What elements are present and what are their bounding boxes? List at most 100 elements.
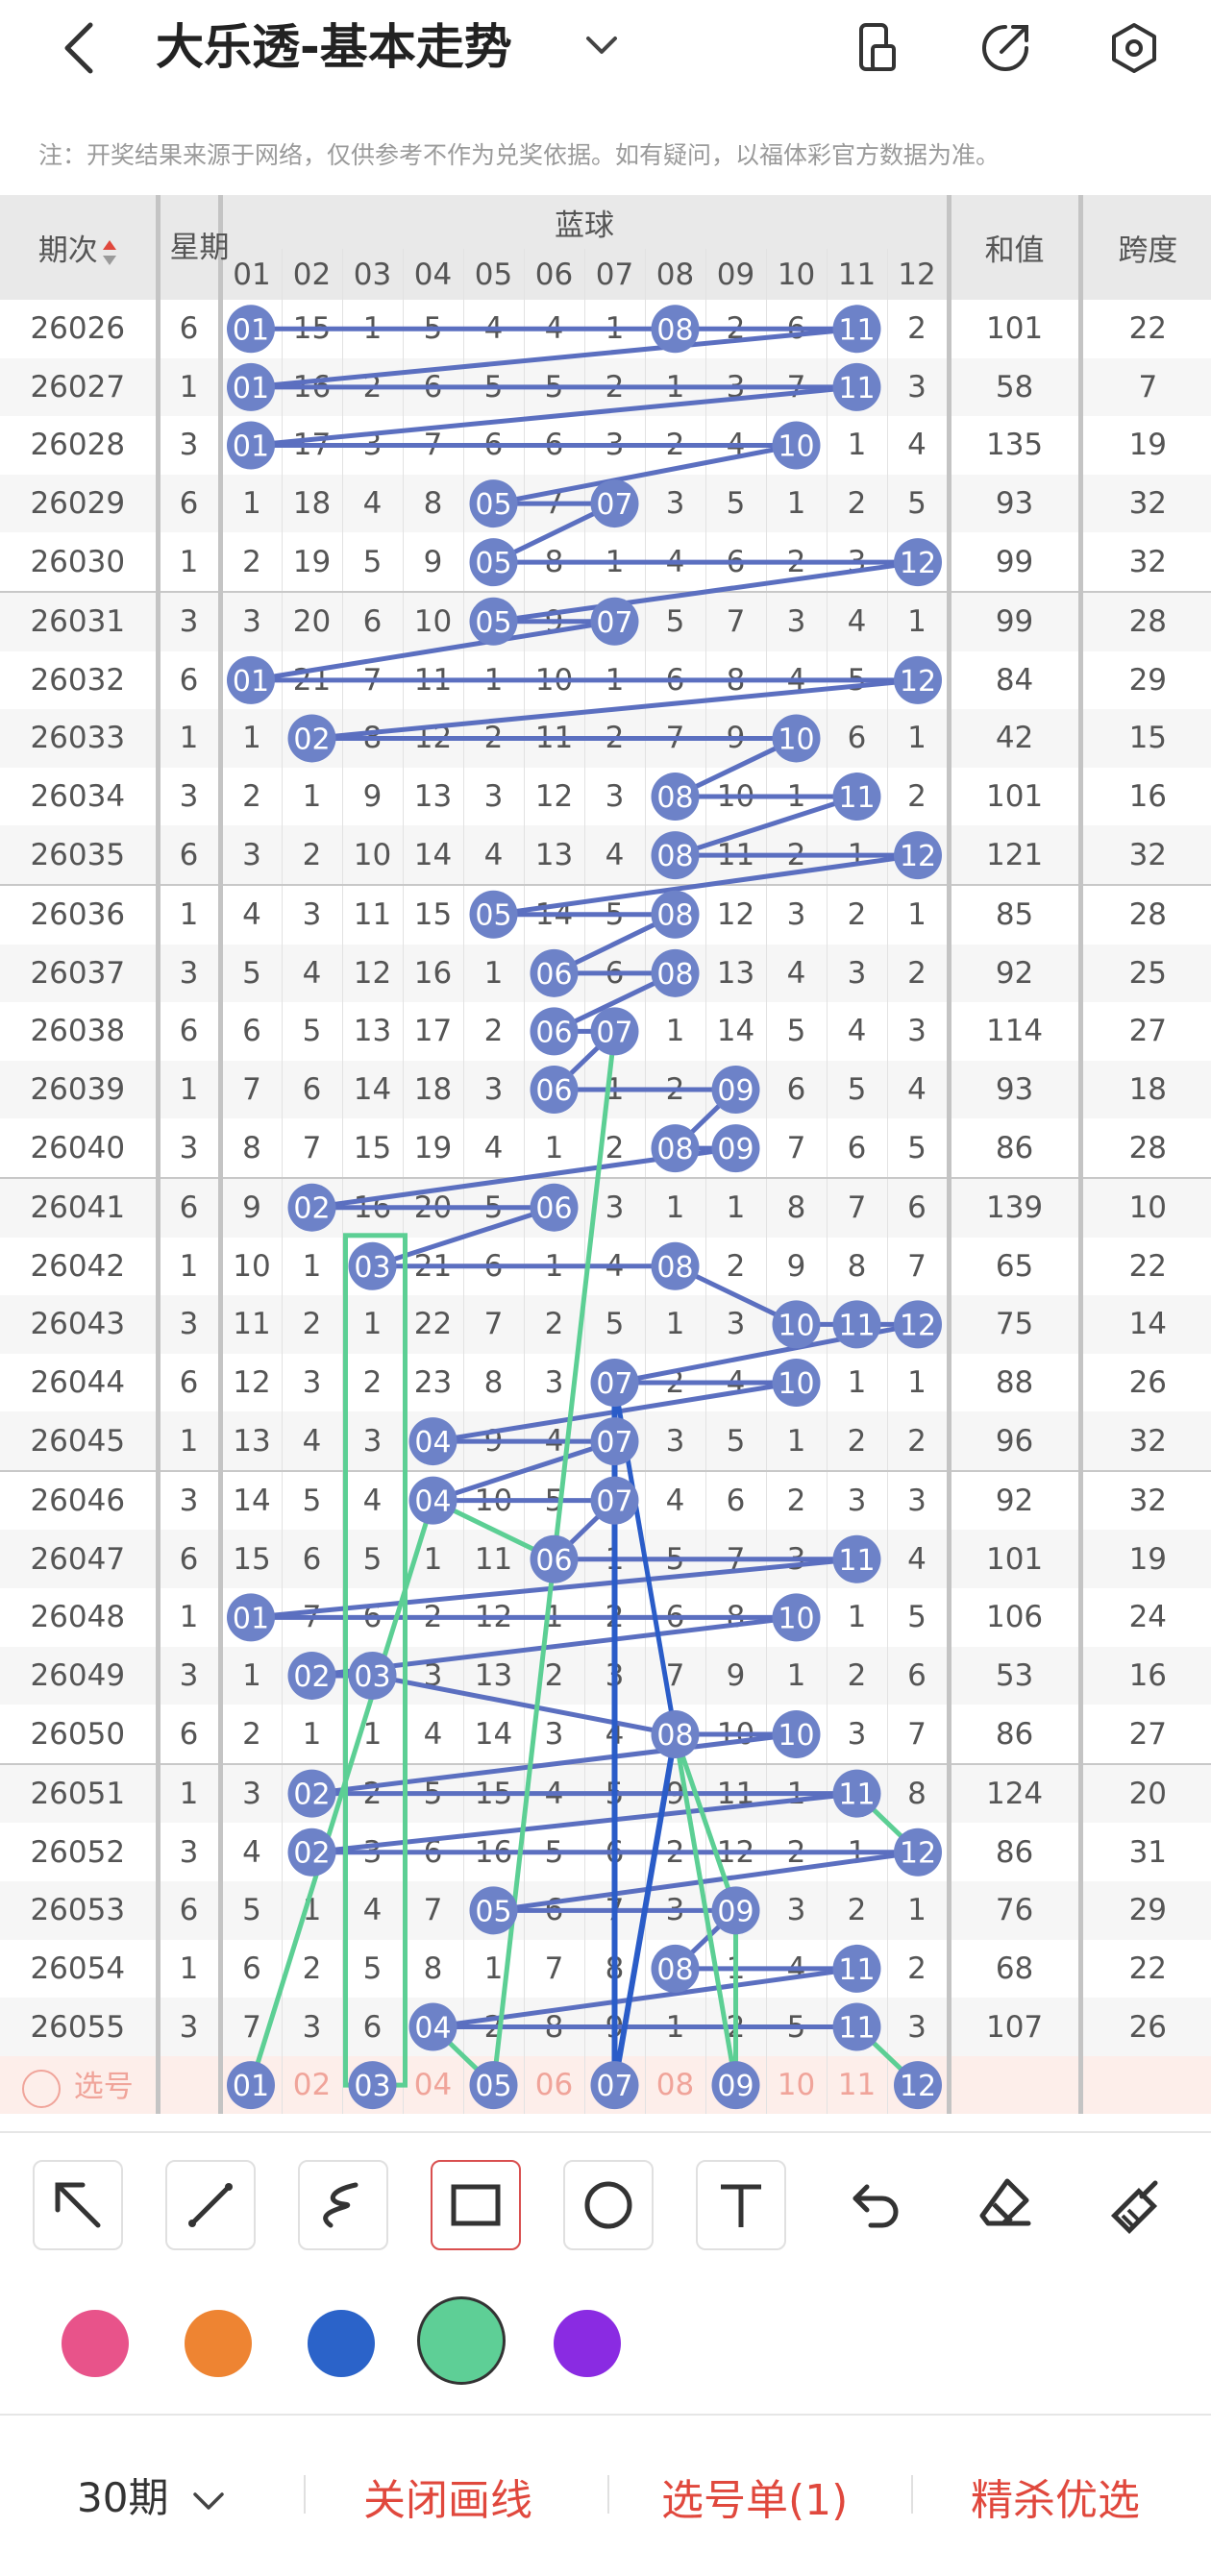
ball-cell: 6 [887, 1646, 952, 1705]
pick-number[interactable]: 07 [584, 2055, 646, 2115]
weekday-cell: 1 [158, 532, 223, 592]
ball-cell: 9 [524, 590, 585, 651]
undo-tool[interactable] [828, 2160, 915, 2246]
ball-cell: 1 [827, 1588, 888, 1647]
pick-number[interactable]: 12 [887, 2055, 952, 2115]
pick-number[interactable]: 03 [342, 2055, 404, 2115]
color-swatch-orange[interactable] [185, 2310, 252, 2377]
ball-cell: 6 [705, 532, 767, 592]
chevron-down-icon[interactable] [582, 25, 621, 63]
arrow-tool[interactable] [33, 2160, 123, 2250]
ball-cell: 3 [342, 416, 404, 475]
span-cell: 22 [1128, 311, 1168, 347]
ball-cell: 10 [463, 1469, 525, 1531]
color-swatch-blue[interactable] [308, 2310, 375, 2377]
line-tool[interactable] [165, 2160, 256, 2250]
period-header[interactable]: 期次 [0, 195, 161, 300]
close-lines-button[interactable]: 关闭画线 [363, 2466, 532, 2527]
span-cell: 18 [1080, 1060, 1211, 1119]
weekday-header: 星期 [158, 195, 230, 300]
page-title[interactable]: 大乐透-基本走势 [156, 13, 512, 81]
ball-cell: 08 [645, 1939, 706, 1999]
pick-number[interactable]: 08 [645, 2055, 706, 2115]
weekday-cell: 3 [158, 767, 223, 826]
pick-number[interactable]: 01 [220, 2055, 283, 2115]
ball-cell: 7 [645, 709, 706, 768]
ball-cell: 2 [282, 825, 343, 885]
ball-cell: 3 [220, 825, 283, 885]
ball-cell: 1 [645, 1295, 706, 1354]
ball-cell: 2 [766, 825, 828, 885]
sum-cell: 107 [949, 1998, 1083, 2056]
pick-row-label[interactable]: 选号 [0, 2055, 161, 2115]
ball-cell: 3 [827, 1469, 888, 1531]
ball-cell: 15 [342, 1118, 404, 1178]
table-row: 26055 3 7 3 6 04 2 8 9 1 2 5 11 3 107 26 [0, 1998, 1211, 2056]
period-selector[interactable]: 30期 [77, 2466, 228, 2524]
settings-icon[interactable] [1105, 19, 1163, 77]
pick-number[interactable]: 09 [705, 2055, 767, 2115]
ball-cell: 2 [584, 709, 646, 768]
pick-number[interactable]: 05 [463, 2055, 525, 2115]
ball-cell: 07 [584, 1469, 646, 1531]
ball-cell: 11 [220, 1295, 283, 1354]
table-row: 26036 1 4 3 11 15 05 14 5 08 12 3 2 1 85 28 [0, 883, 1211, 945]
ball-cell: 3 [282, 1353, 343, 1412]
period-cell: 26028 [0, 416, 161, 475]
ball-cell: 12 [342, 944, 404, 1003]
pick-row-empty [1080, 2055, 1211, 2115]
ball-cell: 5 [463, 357, 525, 417]
ball-cell: 6 [645, 1588, 706, 1647]
ball-cell: 5 [827, 650, 888, 710]
color-swatch-green-selected[interactable] [417, 2296, 506, 2385]
ball-cell: 10 [342, 825, 404, 885]
pick-number[interactable]: 11 [827, 2055, 888, 2115]
clear-tool[interactable] [1094, 2160, 1180, 2246]
device-icon[interactable] [852, 19, 909, 77]
undo-icon [853, 2184, 899, 2228]
ball-cell: 6 [342, 1588, 404, 1647]
color-swatch-purple[interactable] [554, 2310, 621, 2377]
ball-cell: 1 [766, 767, 828, 826]
ball-cell: 8 [766, 1176, 828, 1238]
ball-cell: 18 [282, 474, 343, 533]
ball-cell: 5 [584, 1762, 646, 1824]
ball-cell: 2 [827, 1646, 888, 1705]
eraser-icon [979, 2178, 1031, 2226]
eraser-tool[interactable] [961, 2160, 1048, 2246]
ball-cell: 1 [887, 883, 952, 945]
ball-cell: 5 [766, 1998, 828, 2056]
ball-cell: 14 [463, 1705, 525, 1764]
rectangle-tool[interactable] [431, 2160, 521, 2250]
text-tool[interactable] [696, 2160, 786, 2250]
sum-cell: 65 [949, 1237, 1083, 1296]
curve-tool[interactable] [298, 2160, 388, 2250]
disclaimer-text: 注：开奖结果来源于网络，仅供参考不作为兑奖依据。如有疑问，以福体彩官方数据为准。 [38, 141, 1001, 169]
period-cell: 26042 [0, 1237, 161, 1296]
elite-button[interactable]: 精杀优选 [971, 2466, 1140, 2527]
ball-cell: 21 [282, 650, 343, 710]
pick-number[interactable]: 02 [282, 2055, 343, 2115]
pick-list-button[interactable]: 选号单(1) [661, 2466, 848, 2527]
color-swatch-pink[interactable] [62, 2310, 129, 2377]
pick-number[interactable]: 06 [524, 2055, 585, 2115]
ball-cell: 13 [220, 1411, 283, 1471]
back-icon[interactable] [56, 21, 104, 75]
ball-cell: 11 [827, 1295, 888, 1354]
weekday-cell: 3 [158, 1823, 223, 1882]
ball-cell: 4 [887, 416, 952, 475]
ball-cell: 15 [220, 1530, 283, 1589]
pick-number[interactable]: 04 [403, 2055, 464, 2115]
ball-cell: 1 [282, 1881, 343, 1940]
share-icon[interactable] [976, 19, 1034, 77]
weekday-cell: 3 [158, 1295, 223, 1354]
ball-cell: 2 [887, 300, 952, 358]
pick-number[interactable]: 10 [766, 2055, 828, 2115]
sum-cell: 99 [949, 532, 1083, 592]
period-cell: 26031 [0, 590, 161, 651]
bottom-bar: 30期 关闭画线 选号单(1) 精杀优选 [0, 2416, 1211, 2576]
ball-cell: 3 [282, 883, 343, 945]
circle-tool[interactable] [563, 2160, 654, 2250]
ball-cell: 1 [220, 474, 283, 533]
weekday-cell: 3 [158, 1998, 223, 2056]
